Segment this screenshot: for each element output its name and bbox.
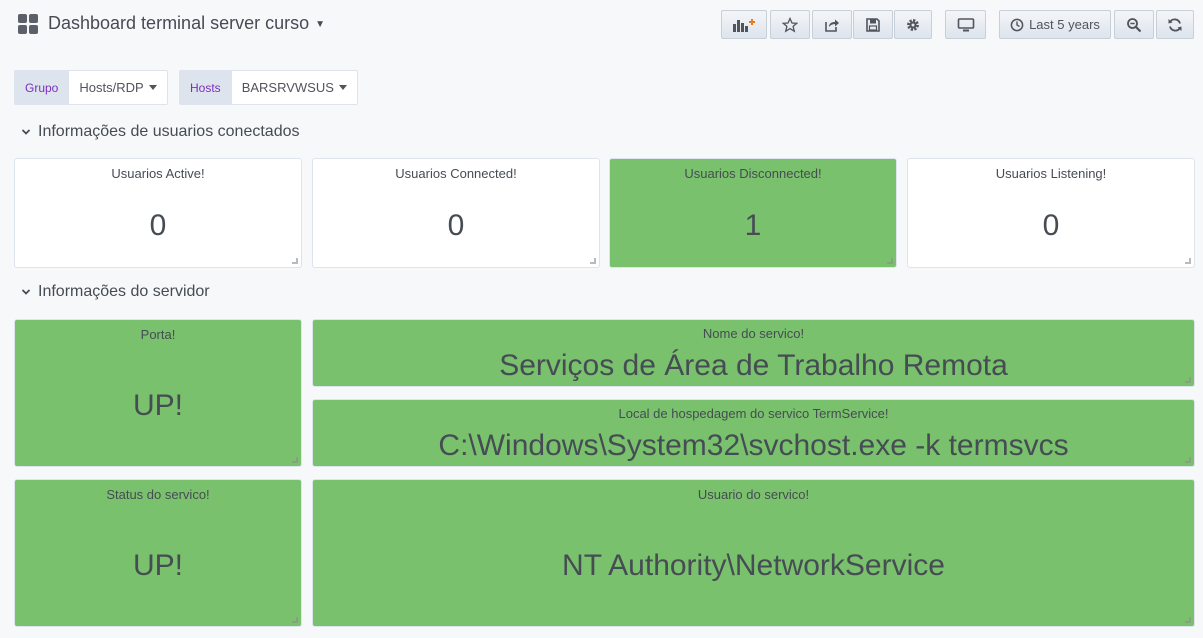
resize-handle[interactable] xyxy=(887,258,893,264)
zoom-out-icon xyxy=(1127,17,1142,32)
panel-title: Porta! xyxy=(140,327,176,342)
resize-handle[interactable] xyxy=(292,457,298,463)
panel-porta[interactable]: Porta! UP! xyxy=(14,319,302,467)
gear-icon xyxy=(907,18,919,31)
panel-title: Usuarios Connected! xyxy=(395,166,517,181)
chevron-down-icon: ▼ xyxy=(315,19,326,30)
settings-button[interactable] xyxy=(894,10,932,39)
panel-value: C:\Windows\System32\svchost.exe -k terms… xyxy=(438,429,1069,462)
variable-hosts-dropdown[interactable]: BARSRVWSUS xyxy=(231,70,358,105)
panel-usuarios-active[interactable]: Usuarios Active! 0 xyxy=(14,158,302,268)
panel-value: 0 xyxy=(447,209,465,242)
tv-mode-button[interactable] xyxy=(945,10,986,39)
panel-title: Usuarios Active! xyxy=(111,166,205,181)
top-navbar: Dashboard terminal server curso ▼ Last 5… xyxy=(0,0,1203,50)
resize-handle[interactable] xyxy=(590,258,596,264)
panel-usuario-servico[interactable]: Usuario do servico! NT Authority\Network… xyxy=(312,479,1195,627)
panel-value: UP! xyxy=(132,389,183,422)
monitor-icon xyxy=(957,17,974,31)
share-icon xyxy=(825,19,839,32)
share-button[interactable] xyxy=(812,10,852,39)
chevron-down-icon xyxy=(21,129,31,135)
panel-title: Nome do servico! xyxy=(702,326,805,341)
save-icon xyxy=(866,17,880,32)
panel-usuarios-connected[interactable]: Usuarios Connected! 0 xyxy=(312,158,600,268)
panel-title: Usuarios Listening! xyxy=(995,166,1107,181)
panel-title: Local de hospedagem do servico TermServi… xyxy=(618,406,889,421)
resize-handle[interactable] xyxy=(1185,617,1191,623)
variable-hosts: Hosts BARSRVWSUS xyxy=(179,70,358,105)
resize-handle[interactable] xyxy=(1185,457,1191,463)
refresh-icon xyxy=(1168,18,1182,31)
refresh-button[interactable] xyxy=(1156,10,1194,39)
dashboard-title[interactable]: Dashboard terminal server curso ▼ xyxy=(48,13,325,34)
star-button[interactable] xyxy=(770,10,810,39)
variable-grupo-dropdown[interactable]: Hosts/RDP xyxy=(69,70,168,105)
panel-value: 0 xyxy=(1042,209,1060,242)
panel-value: 1 xyxy=(744,209,762,242)
panel-title: Status do servico! xyxy=(106,487,210,502)
clock-icon xyxy=(1010,18,1024,31)
save-button[interactable] xyxy=(853,10,893,39)
resize-handle[interactable] xyxy=(292,258,298,264)
panel-local-hospedagem[interactable]: Local de hospedagem do servico TermServi… xyxy=(312,399,1195,467)
resize-handle[interactable] xyxy=(1185,377,1191,383)
panel-value: UP! xyxy=(132,549,183,582)
variable-label: Hosts xyxy=(179,70,232,105)
star-icon xyxy=(782,16,798,33)
resize-handle[interactable] xyxy=(292,617,298,623)
dashboard-grid-icon[interactable] xyxy=(18,14,38,34)
add-panel-icon xyxy=(733,18,755,32)
add-panel-button[interactable] xyxy=(721,10,767,39)
panel-title: Usuario do servico! xyxy=(697,487,810,502)
panel-value: 0 xyxy=(149,209,167,242)
panel-title: Usuarios Disconnected! xyxy=(684,166,822,181)
panel-value: Serviços de Área de Trabalho Remota xyxy=(499,349,1008,382)
zoom-out-button[interactable] xyxy=(1114,10,1154,39)
caret-down-icon xyxy=(338,85,347,90)
panel-usuarios-disconnected[interactable]: Usuarios Disconnected! 1 xyxy=(609,158,897,268)
time-range-picker[interactable]: Last 5 years xyxy=(999,10,1111,39)
panel-value: NT Authority\NetworkService xyxy=(562,549,945,582)
row-header-usuarios[interactable]: Informações de usuarios conectados xyxy=(20,123,299,141)
panel-status-servico[interactable]: Status do servico! UP! xyxy=(14,479,302,627)
time-range-label: Last 5 years xyxy=(1029,17,1100,32)
resize-handle[interactable] xyxy=(1185,258,1191,264)
panel-nome-servico[interactable]: Nome do servico! Serviços de Área de Tra… xyxy=(312,319,1195,387)
caret-down-icon xyxy=(148,85,157,90)
chevron-down-icon xyxy=(21,289,31,295)
variable-grupo: Grupo Hosts/RDP xyxy=(14,70,168,105)
row-header-servidor[interactable]: Informações do servidor xyxy=(20,283,210,301)
variable-label: Grupo xyxy=(14,70,70,105)
panel-usuarios-listening[interactable]: Usuarios Listening! 0 xyxy=(907,158,1195,268)
